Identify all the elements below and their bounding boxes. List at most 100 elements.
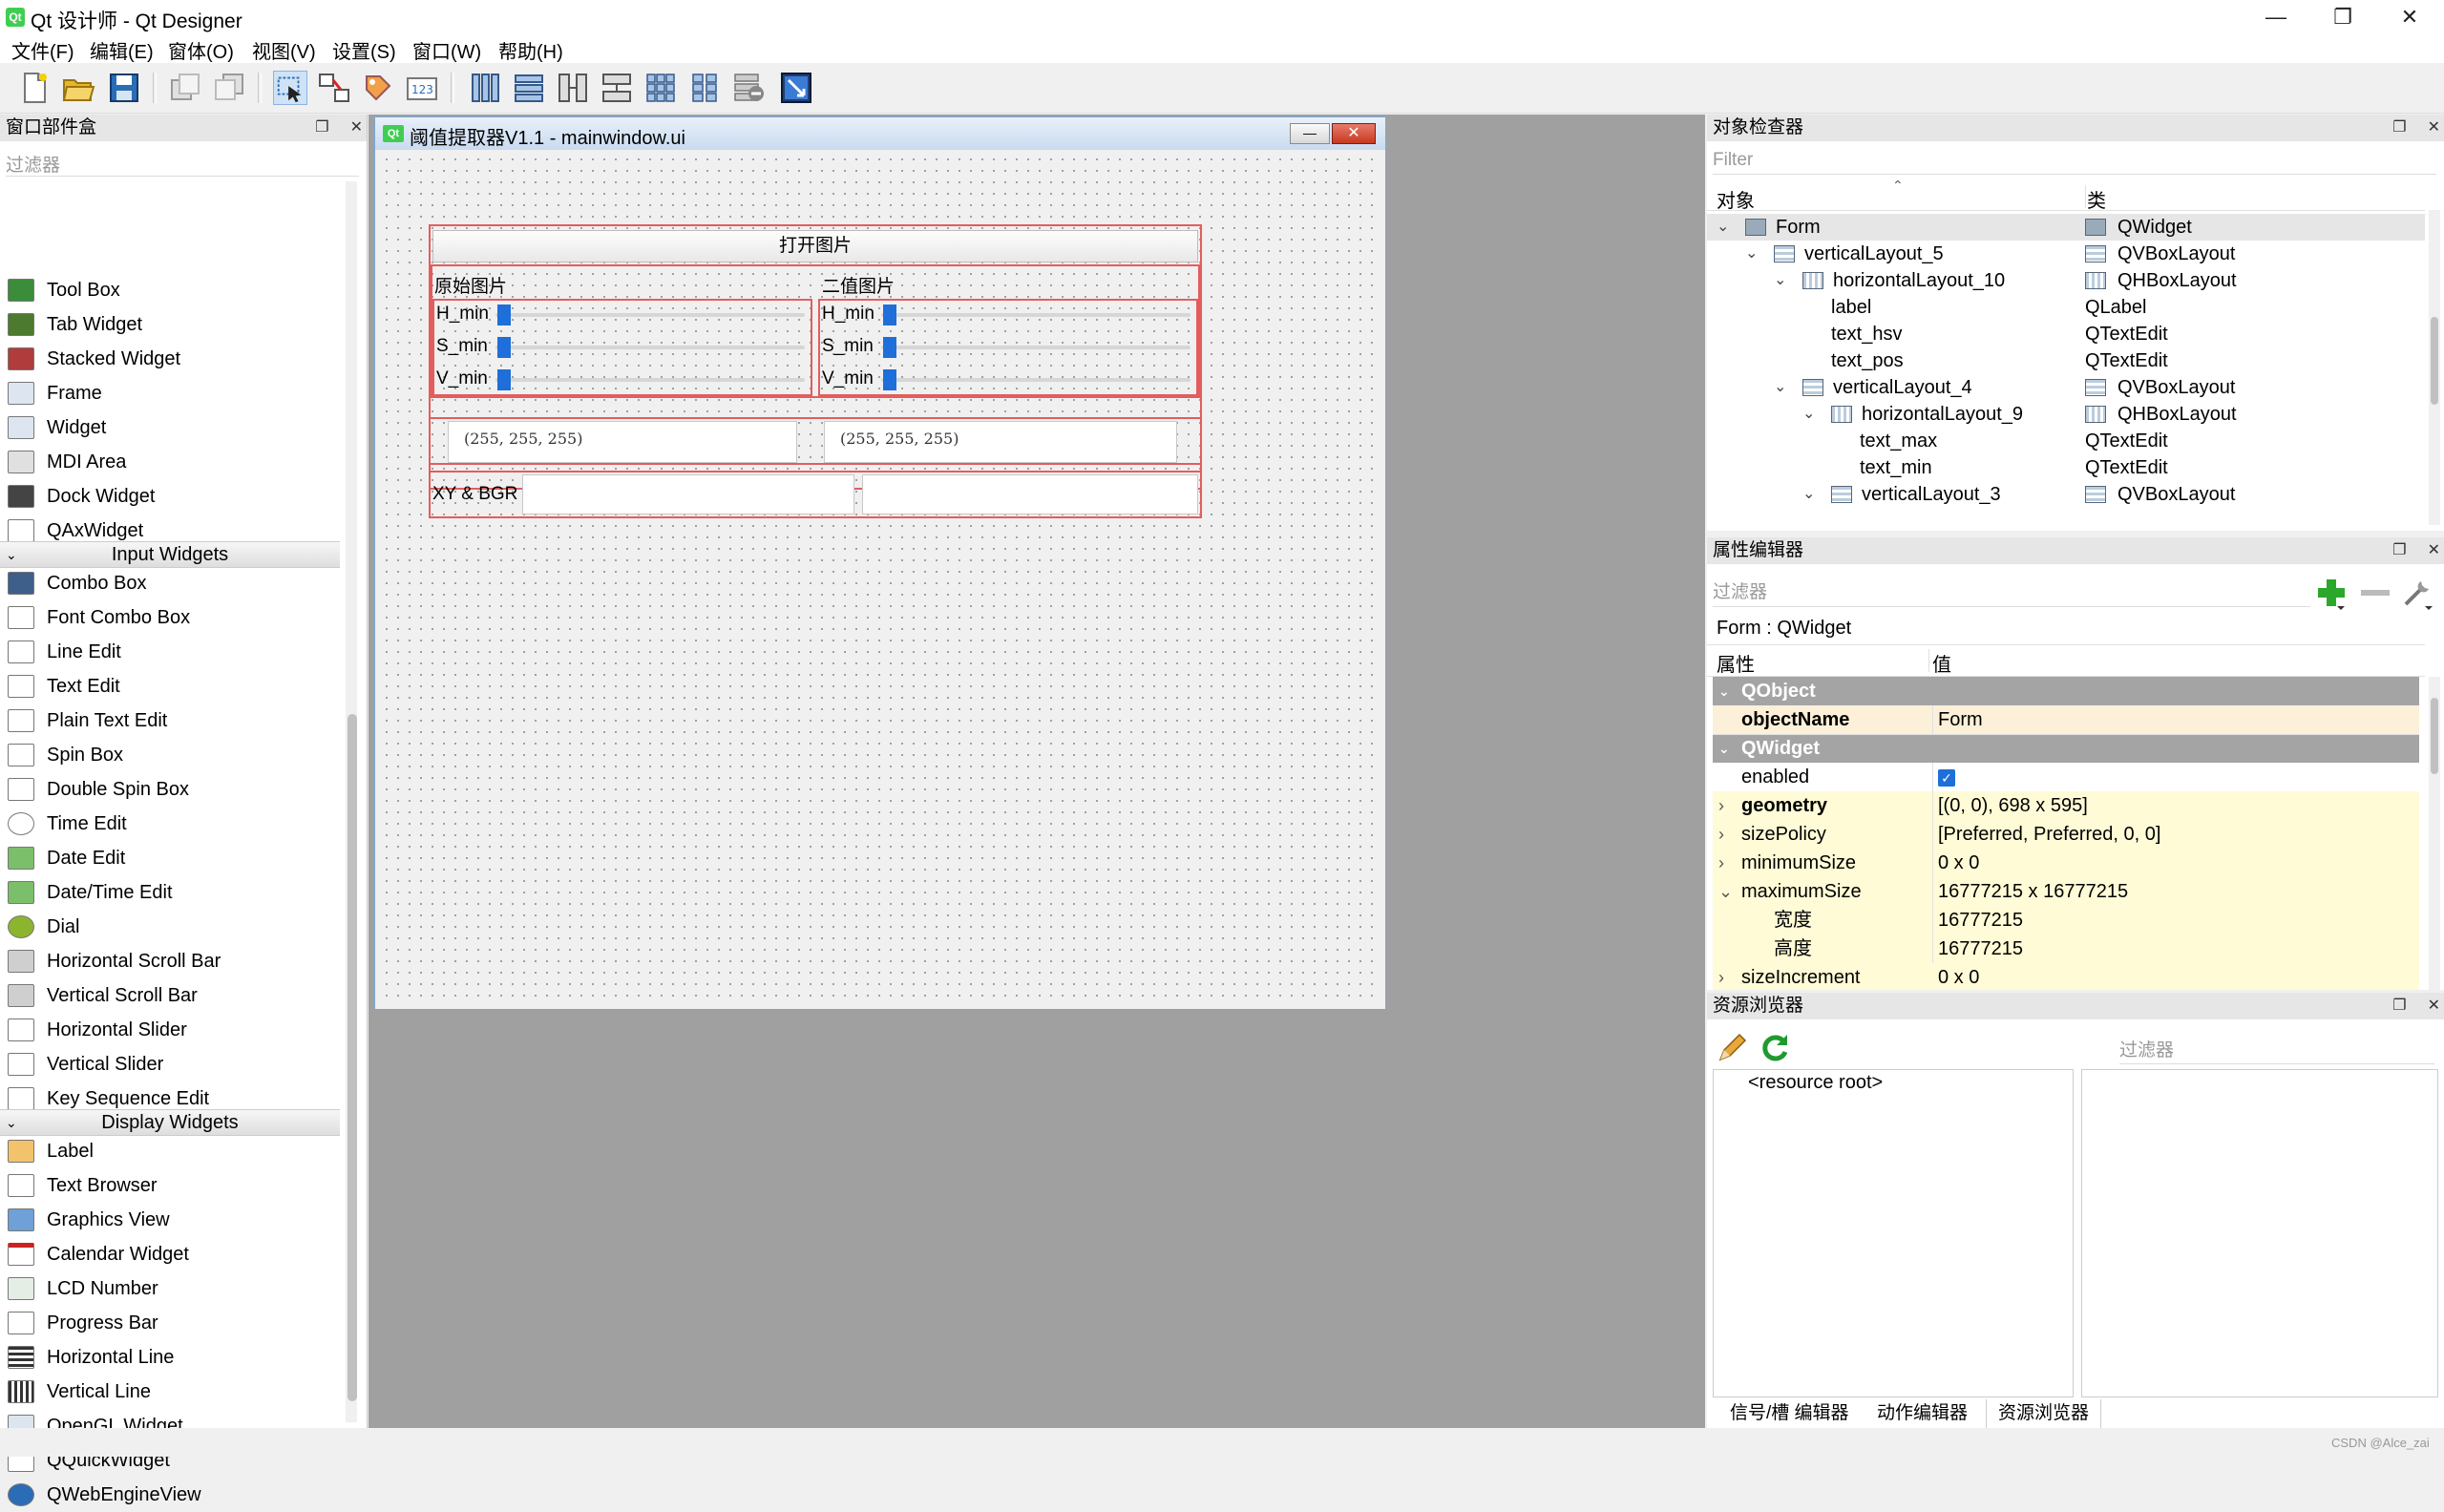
slider-handle[interactable] [883, 369, 896, 390]
widget-box-item[interactable]: Tool Box [0, 273, 342, 307]
slider-track[interactable] [881, 346, 1190, 349]
resource-tree[interactable]: <resource root> [1713, 1069, 2074, 1397]
property-row[interactable]: enabled ✓ [1713, 763, 2419, 792]
widget-box-item[interactable]: LCD Number [0, 1271, 342, 1306]
bring-to-front-icon[interactable] [212, 71, 246, 105]
widget-box-item[interactable]: Double Spin Box [0, 772, 342, 807]
save-icon[interactable] [107, 71, 141, 105]
widget-box-item[interactable]: Label [0, 1134, 342, 1168]
resource-filter-input[interactable]: 过滤器 [2119, 1039, 2434, 1064]
property-group-qobject[interactable]: ⌄ QObject [1713, 677, 2419, 705]
object-tree-row[interactable]: ⌄ horizontalLayout_10 QHBoxLayout [1707, 267, 2425, 294]
chevron-down-icon[interactable]: ⌄ [1745, 241, 1758, 267]
property-row[interactable]: objectName Form [1713, 705, 2419, 735]
object-tree-row[interactable]: text_max QTextEdit [1707, 428, 2425, 454]
widget-box-item[interactable]: MDI Area [0, 445, 342, 479]
object-tree-row[interactable]: ⌄ verticalLayout_3 QVBoxLayout [1707, 481, 2425, 508]
layout-splitter-vertical-icon[interactable] [600, 71, 634, 105]
resource-root-item[interactable]: <resource root> [1748, 1072, 1883, 1094]
property-group-qwidget[interactable]: ⌄ QWidget [1713, 734, 2419, 763]
widget-box-item[interactable]: Graphics View [0, 1203, 342, 1237]
object-column-header[interactable]: 对象 [1717, 185, 1755, 213]
form-subwindow[interactable]: Qt 阈值提取器V1.1 - mainwindow.ui — ✕ 打开图片 原始… [374, 116, 1386, 1010]
widget-box-item[interactable]: Time Edit [0, 807, 342, 841]
edit-signals-slots-icon[interactable] [317, 71, 351, 105]
menu-help[interactable]: 帮助(H) [498, 36, 563, 64]
tab-resource-browser[interactable]: 资源浏览器 [1986, 1399, 2102, 1429]
property-row[interactable]: ⌄ maximumSize 16777215 x 16777215 [1713, 877, 2419, 907]
widget-box-item[interactable]: Text Browser [0, 1168, 342, 1203]
resource-list[interactable] [2081, 1069, 2438, 1397]
property-row[interactable]: › sizeIncrement 0 x 0 [1713, 963, 2419, 990]
text-max-edit[interactable]: (255, 255, 255) [824, 421, 1177, 463]
open-folder-icon[interactable] [61, 71, 95, 105]
chevron-down-icon[interactable]: ⌄ [1802, 481, 1815, 508]
form-canvas[interactable]: 打开图片 原始图片 二值图片 H_min S_min V_min H_min S_mi… [381, 154, 1380, 1003]
layout-form-icon[interactable] [687, 71, 722, 105]
object-filter-input[interactable]: Filter [1713, 147, 2436, 175]
menu-settings[interactable]: 设置(S) [332, 36, 396, 64]
chevron-down-icon[interactable]: ⌄ [1717, 214, 1729, 241]
object-tree-row[interactable]: text_min QTextEdit [1707, 454, 2425, 481]
object-tree-row[interactable]: text_hsv QTextEdit [1707, 321, 2425, 347]
property-column-header[interactable]: 属性 [1717, 649, 1755, 677]
close-icon[interactable]: ✕ [2428, 542, 2440, 558]
text-pos-edit[interactable] [522, 474, 854, 514]
object-tree-row[interactable]: ⌄ verticalLayout_5 QVBoxLayout [1707, 241, 2425, 267]
form-subwindow-title-bar[interactable]: Qt 阈值提取器V1.1 - mainwindow.ui — ✕ [375, 117, 1385, 150]
widget-box-item[interactable]: QWebEngineView [0, 1478, 342, 1512]
slider-handle[interactable] [497, 369, 511, 390]
category-display-widgets[interactable]: ⌄ Display Widgets [0, 1109, 340, 1136]
property-row[interactable]: 宽度 16777215 [1713, 906, 2419, 935]
widget-box-item[interactable]: Line Edit [0, 635, 342, 669]
slider-track[interactable] [881, 313, 1190, 317]
widget-box-item[interactable]: Calendar Widget [0, 1237, 342, 1271]
widget-box-item[interactable]: Vertical Scroll Bar [0, 978, 342, 1013]
chevron-right-icon[interactable]: › [1718, 820, 1724, 849]
object-tree-scrollbar-thumb[interactable] [2431, 317, 2438, 405]
slider-handle[interactable] [883, 337, 896, 358]
layout-splitter-horizontal-icon[interactable] [556, 71, 590, 105]
widget-box-item[interactable]: Horizontal Line [0, 1340, 342, 1375]
text-min-edit[interactable]: (255, 255, 255) [448, 421, 797, 463]
chevron-right-icon[interactable]: › [1718, 791, 1724, 820]
slider-track[interactable] [495, 313, 805, 317]
float-icon[interactable]: ❐ [2392, 998, 2406, 1014]
subwindow-close-button[interactable]: ✕ [1332, 123, 1376, 144]
chevron-down-icon[interactable]: ⌄ [1774, 267, 1786, 294]
widget-box-item[interactable]: Horizontal Scroll Bar [0, 944, 342, 978]
slider-handle[interactable] [883, 304, 896, 326]
chevron-right-icon[interactable]: › [1718, 963, 1724, 990]
layout-vertical-icon[interactable] [512, 71, 546, 105]
float-icon[interactable]: ❐ [2392, 542, 2406, 558]
property-table-scrollbar-thumb[interactable] [2431, 698, 2438, 774]
tab-action-editor[interactable]: 动作编辑器 [1865, 1399, 1979, 1428]
object-tree-row[interactable]: ⌄ verticalLayout_4 QVBoxLayout [1707, 374, 2425, 401]
property-filter-input[interactable]: 过滤器 [1713, 579, 2310, 607]
widget-box-item[interactable]: Stacked Widget [0, 342, 342, 376]
object-tree-row[interactable]: ⌄ Form QWidget [1707, 214, 2425, 241]
widget-box-item[interactable]: Date/Time Edit [0, 875, 342, 910]
value-column-header[interactable]: 值 [1932, 649, 1951, 677]
adjust-size-icon[interactable] [779, 71, 813, 105]
edit-buddies-icon[interactable] [361, 71, 395, 105]
layout-horizontal-icon[interactable] [468, 71, 502, 105]
property-row[interactable]: 高度 16777215 [1713, 934, 2419, 964]
menu-window[interactable]: 窗口(W) [412, 36, 481, 64]
widget-box-item[interactable]: Widget [0, 410, 342, 445]
property-row[interactable]: › sizePolicy [Preferred, Preferred, 0, 0] [1713, 820, 2419, 850]
enabled-checkbox[interactable]: ✓ [1938, 769, 1955, 787]
send-to-back-icon[interactable] [168, 71, 202, 105]
text-hsv-edit[interactable] [862, 474, 1198, 514]
slider-track[interactable] [495, 346, 805, 349]
edit-resources-pencil-icon[interactable] [1717, 1031, 1749, 1063]
edit-tab-order-icon[interactable]: 123 [405, 71, 439, 105]
widget-box-item[interactable]: Combo Box [0, 566, 342, 600]
subwindow-minimize-button[interactable]: — [1290, 123, 1330, 144]
object-tree-row[interactable]: text_pos QTextEdit [1707, 347, 2425, 374]
float-icon[interactable]: ❐ [2392, 119, 2406, 136]
object-tree-row[interactable]: ⌄ horizontalLayout_9 QHBoxLayout [1707, 401, 2425, 428]
widget-box-item[interactable]: Dial [0, 910, 342, 944]
new-file-icon[interactable] [17, 71, 52, 105]
widget-box-item[interactable]: Spin Box [0, 738, 342, 772]
